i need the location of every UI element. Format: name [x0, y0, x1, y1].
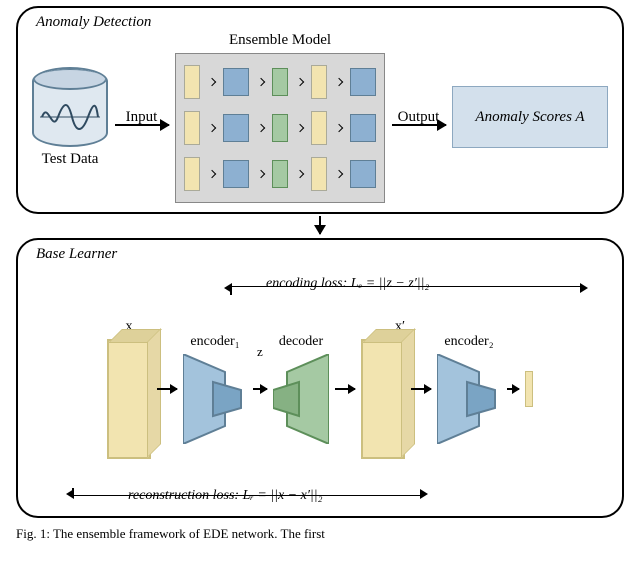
- mini-encoder-icon: [223, 160, 249, 188]
- input-arrow-group: Input: [113, 109, 171, 126]
- xprime-block: [361, 339, 405, 459]
- panel-title-top: Anomaly Detection: [36, 14, 151, 31]
- base-learner-panel: Base Learner encoding loss: Lₑ = ||z − z…: [16, 238, 624, 518]
- waveform-icon: [40, 99, 100, 135]
- encoder1-block: [183, 354, 247, 444]
- mini-arrow-icon: [256, 169, 264, 177]
- encoder2-group: encoder₂: [437, 334, 501, 444]
- mini-arrow-icon: [295, 169, 303, 177]
- ensemble-inner: [184, 62, 376, 194]
- ensemble-label: Ensemble Model: [229, 32, 331, 49]
- ensemble-row-3: [184, 154, 376, 194]
- mini-arrow-icon: [295, 123, 303, 131]
- top-row: Test Data Input Ensemble Model: [32, 16, 608, 204]
- arrow-5: [507, 388, 519, 390]
- mini-encoder-icon: [350, 160, 376, 188]
- base-learner-row: x encoder₁ z decoder x′ encode: [32, 248, 608, 508]
- cylinder-top: [33, 68, 107, 90]
- mini-arrow-icon: [207, 123, 215, 131]
- mini-decoder-icon: [272, 114, 288, 142]
- connector-arrow-down: [319, 216, 321, 234]
- mini-arrow-icon: [334, 169, 342, 177]
- output-arrow-group: Output: [390, 109, 448, 126]
- anomaly-scores-label: Anomaly Scores A: [475, 109, 584, 126]
- mini-input-icon: [184, 65, 200, 99]
- mini-encoder-icon: [350, 114, 376, 142]
- x-block-group: x: [107, 319, 151, 459]
- encoder1-label: encoder₁: [190, 334, 239, 350]
- z-label: z: [257, 344, 263, 360]
- decoder-block: [273, 354, 329, 444]
- ensemble-box: [175, 53, 385, 203]
- mini-input-icon: [184, 157, 200, 191]
- arrow-1: [157, 388, 177, 390]
- x-block: [107, 339, 151, 459]
- figure-caption: Fig. 1: The ensemble framework of EDE ne…: [16, 526, 624, 542]
- arrow-output: [392, 124, 446, 126]
- arrow-4: [411, 388, 431, 390]
- decoder-label: decoder: [279, 334, 323, 350]
- encoder2-label: encoder₂: [444, 334, 493, 350]
- mini-arrow-icon: [334, 77, 342, 85]
- mini-decoder-icon: [272, 68, 288, 96]
- test-data-label: Test Data: [42, 151, 99, 168]
- test-data-group: Test Data: [32, 67, 108, 168]
- z-prime-block: [525, 371, 533, 407]
- arrow-2: [253, 388, 267, 390]
- mini-arrow-icon: [256, 123, 264, 131]
- mini-arrow-icon: [295, 77, 303, 85]
- encoder1-group: encoder₁: [183, 334, 247, 444]
- ensemble-row-2: [184, 108, 376, 148]
- mini-output-icon: [311, 65, 327, 99]
- mini-output-icon: [311, 111, 327, 145]
- mini-arrow-icon: [207, 169, 215, 177]
- encoder2-block: [437, 354, 501, 444]
- test-data-cylinder: [32, 67, 108, 147]
- mini-encoder-icon: [223, 114, 249, 142]
- mini-encoder-icon: [223, 68, 249, 96]
- mini-encoder-icon: [350, 68, 376, 96]
- ensemble-group: Ensemble Model: [175, 32, 385, 203]
- decoder-group: decoder: [273, 334, 329, 444]
- arrow-3: [335, 388, 355, 390]
- mini-arrow-icon: [334, 123, 342, 131]
- mini-arrow-icon: [256, 77, 264, 85]
- anomaly-detection-panel: Anomaly Detection Test Data Input Ensemb…: [16, 6, 624, 214]
- mini-output-icon: [311, 157, 327, 191]
- xprime-block-group: x′: [361, 319, 405, 459]
- mini-decoder-icon: [272, 160, 288, 188]
- mini-input-icon: [184, 111, 200, 145]
- mini-arrow-icon: [207, 77, 215, 85]
- anomaly-scores-box: Anomaly Scores A: [452, 86, 608, 148]
- arrow-input: [115, 124, 169, 126]
- reconstruction-loss-label: reconstruction loss: Lᵣ = ||x − x′||₂: [128, 488, 322, 504]
- ensemble-row-1: [184, 62, 376, 102]
